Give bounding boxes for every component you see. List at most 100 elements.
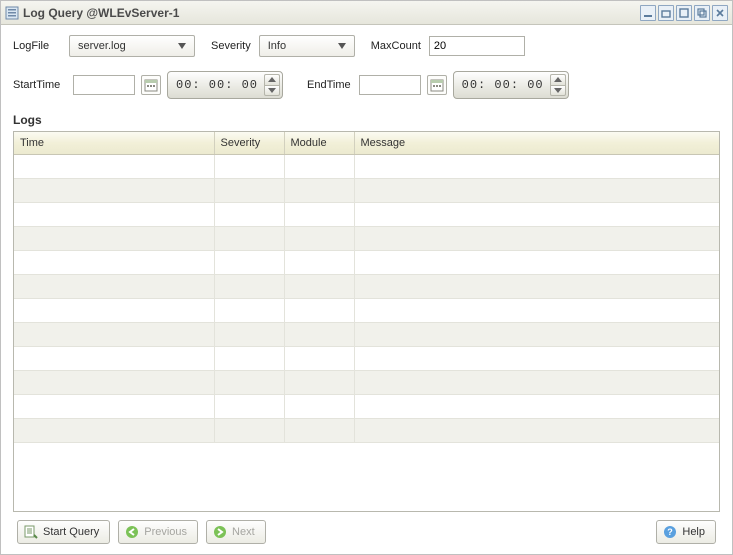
endtime-time-spinner[interactable]: 00: 00: 00 [453, 71, 569, 99]
starttime-time-spinner[interactable]: 00: 00: 00 [167, 71, 283, 99]
help-button[interactable]: ? Help [656, 520, 716, 544]
cell-message [354, 370, 719, 394]
cell-severity [214, 274, 284, 298]
cell-severity [214, 346, 284, 370]
col-severity[interactable]: Severity [214, 132, 284, 154]
close-button[interactable] [712, 5, 728, 21]
window-icon [5, 6, 19, 20]
cell-module [284, 370, 354, 394]
starttime-time-value: 00: 00: 00 [176, 74, 264, 96]
table-row[interactable] [14, 370, 719, 394]
cell-severity [214, 226, 284, 250]
table-row[interactable] [14, 226, 719, 250]
cell-severity [214, 154, 284, 178]
cell-time [14, 346, 214, 370]
cell-time [14, 418, 214, 442]
previous-label: Previous [144, 526, 187, 538]
severity-label: Severity [211, 40, 251, 52]
cell-module [284, 178, 354, 202]
start-query-button[interactable]: Start Query [17, 520, 110, 544]
cell-time [14, 250, 214, 274]
table-row[interactable] [14, 154, 719, 178]
window-title: Log Query @WLEvServer-1 [23, 6, 638, 20]
cell-module [284, 298, 354, 322]
minimize-button[interactable] [640, 5, 656, 21]
help-label: Help [682, 526, 705, 538]
restore-down-button[interactable] [658, 5, 674, 21]
arrow-left-icon [125, 525, 139, 539]
maxcount-input[interactable] [429, 36, 525, 56]
cell-message [354, 250, 719, 274]
cell-time [14, 154, 214, 178]
cell-module [284, 226, 354, 250]
spinner-up-icon[interactable] [264, 74, 280, 85]
cell-module [284, 154, 354, 178]
table-row[interactable] [14, 178, 719, 202]
cell-time [14, 322, 214, 346]
spinner-up-icon[interactable] [550, 74, 566, 85]
table-row[interactable] [14, 274, 719, 298]
table-row[interactable] [14, 346, 719, 370]
cell-message [354, 346, 719, 370]
logfile-value: server.log [78, 40, 168, 52]
cell-module [284, 394, 354, 418]
cell-module [284, 202, 354, 226]
endtime-date-input[interactable] [359, 75, 421, 95]
starttime-label: StartTime [13, 79, 65, 91]
table-row[interactable] [14, 322, 719, 346]
cell-severity [214, 418, 284, 442]
cell-time [14, 370, 214, 394]
cell-time [14, 178, 214, 202]
cell-severity [214, 394, 284, 418]
cell-time [14, 394, 214, 418]
cell-severity [214, 370, 284, 394]
cell-module [284, 418, 354, 442]
logfile-combo[interactable]: server.log [69, 35, 195, 57]
severity-combo[interactable]: Info [259, 35, 355, 57]
cell-message [354, 274, 719, 298]
cell-severity [214, 298, 284, 322]
cell-severity [214, 178, 284, 202]
maximize-button[interactable] [676, 5, 692, 21]
spinner-down-icon[interactable] [550, 85, 566, 97]
cell-message [354, 322, 719, 346]
svg-text:?: ? [668, 527, 674, 537]
maxcount-label: MaxCount [371, 40, 421, 52]
starttime-calendar-button[interactable] [141, 75, 161, 95]
endtime-time-value: 00: 00: 00 [462, 74, 550, 96]
previous-button[interactable]: Previous [118, 520, 198, 544]
col-time[interactable]: Time [14, 132, 214, 154]
cell-message [354, 178, 719, 202]
table-row[interactable] [14, 394, 719, 418]
col-message[interactable]: Message [354, 132, 719, 154]
logs-table: Time Severity Module Message [13, 131, 720, 512]
cell-time [14, 202, 214, 226]
cell-severity [214, 202, 284, 226]
log-query-panel: Log Query @WLEvServer-1 LogFile server.l… [0, 0, 733, 555]
cell-module [284, 274, 354, 298]
cell-time [14, 274, 214, 298]
cascade-button[interactable] [694, 5, 710, 21]
titlebar: Log Query @WLEvServer-1 [1, 1, 732, 25]
cell-message [354, 154, 719, 178]
next-label: Next [232, 526, 255, 538]
table-row[interactable] [14, 298, 719, 322]
query-icon [24, 525, 38, 539]
table-row[interactable] [14, 202, 719, 226]
cell-message [354, 226, 719, 250]
spinner-down-icon[interactable] [264, 85, 280, 97]
col-module[interactable]: Module [284, 132, 354, 154]
cell-message [354, 298, 719, 322]
cell-message [354, 394, 719, 418]
logs-section-title: Logs [13, 113, 720, 127]
help-icon: ? [663, 525, 677, 539]
cell-message [354, 418, 719, 442]
starttime-date-input[interactable] [73, 75, 135, 95]
cell-time [14, 226, 214, 250]
endtime-calendar-button[interactable] [427, 75, 447, 95]
next-button[interactable]: Next [206, 520, 266, 544]
table-row[interactable] [14, 250, 719, 274]
cell-time [14, 298, 214, 322]
cell-severity [214, 250, 284, 274]
table-row[interactable] [14, 418, 719, 442]
